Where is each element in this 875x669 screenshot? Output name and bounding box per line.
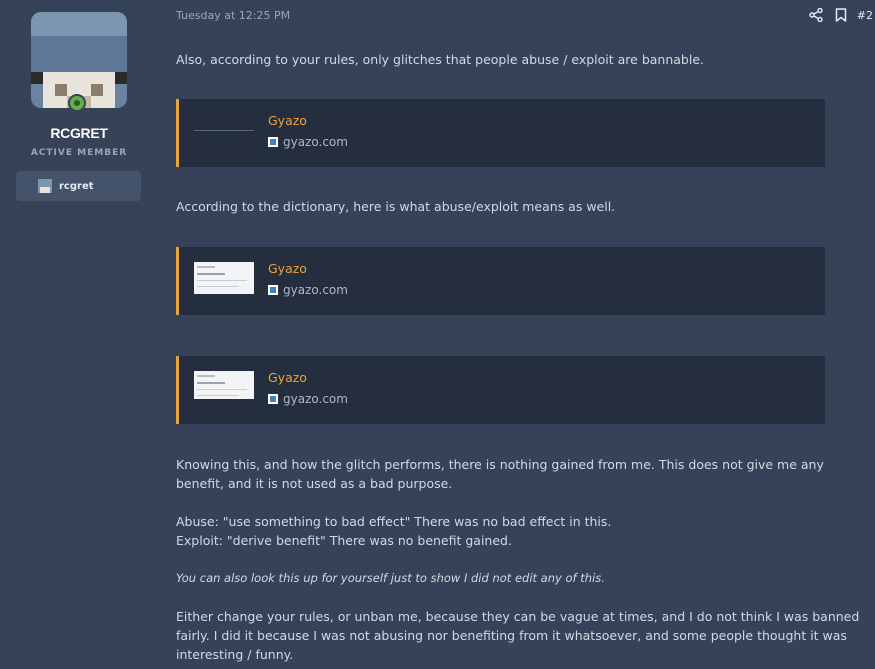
embed-site: gyazo.com	[268, 135, 348, 149]
post-date[interactable]: Tuesday at 12:25 PM	[176, 9, 290, 22]
embed-title[interactable]: Gyazo	[268, 113, 307, 128]
bookmark-icon[interactable]	[832, 6, 850, 24]
embed-site: gyazo.com	[268, 392, 348, 406]
message-paragraph: According to the dictionary, here is wha…	[176, 199, 616, 214]
gyazo-embed[interactable]: Gyazo gyazo.com	[176, 247, 825, 315]
message-line: Exploit: "derive benefit" There was no b…	[176, 533, 512, 548]
embed-thumbnail[interactable]	[194, 116, 254, 148]
message-paragraph: Knowing this, and how the glitch perform…	[176, 455, 866, 493]
message-paragraph: Abuse: "use something to bad effect" The…	[176, 512, 866, 550]
avatar-sky	[31, 12, 127, 36]
avatar-eye-left	[55, 84, 67, 96]
gyazo-embed[interactable]: Gyazo gyazo.com	[176, 356, 825, 424]
avatar-sky-lower	[31, 36, 127, 72]
embed-thumbnail[interactable]	[194, 262, 254, 294]
gyazo-favicon-icon	[268, 285, 278, 295]
username[interactable]: RCGRET	[0, 125, 158, 141]
message-line: Abuse: "use something to bad effect" The…	[176, 514, 612, 529]
post-number-link[interactable]: #2	[857, 9, 873, 22]
embed-site: gyazo.com	[268, 283, 348, 297]
message-line: fairly. I did it because I was not abusi…	[176, 628, 847, 643]
embed-thumbnail[interactable]	[194, 371, 254, 399]
message-italic-note: You can also look this up for yourself j…	[176, 571, 605, 585]
share-icon[interactable]	[807, 6, 825, 24]
gyazo-favicon-icon	[268, 137, 278, 147]
embed-site-label: gyazo.com	[283, 283, 348, 297]
message-line: benefit, and it is not used as a bad pur…	[176, 476, 453, 491]
embed-site-label: gyazo.com	[283, 392, 348, 406]
user-chip[interactable]: rcgret	[16, 171, 141, 201]
mini-avatar	[38, 179, 52, 193]
gyazo-favicon-icon	[268, 394, 278, 404]
message-paragraph: Either change your rules, or unban me, b…	[176, 607, 866, 664]
message-line: interesting / funny.	[176, 647, 294, 662]
user-sidebar: RCGRET ACTIVE MEMBER rcgret	[0, 0, 158, 669]
avatar-eye-right	[91, 84, 103, 96]
embed-title[interactable]: Gyazo	[268, 261, 307, 276]
post-actions: #2	[807, 6, 875, 24]
embed-site-label: gyazo.com	[283, 135, 348, 149]
user-title: ACTIVE MEMBER	[30, 148, 128, 158]
embed-title[interactable]: Gyazo	[268, 370, 307, 385]
online-status-icon	[68, 94, 86, 112]
user-chip-name: rcgret	[59, 180, 94, 192]
message-line: Knowing this, and how the glitch perform…	[176, 457, 824, 472]
message-paragraph: Also, according to your rules, only glit…	[176, 52, 705, 67]
message-line: Either change your rules, or unban me, b…	[176, 609, 860, 624]
gyazo-embed[interactable]: Gyazo gyazo.com	[176, 99, 825, 167]
